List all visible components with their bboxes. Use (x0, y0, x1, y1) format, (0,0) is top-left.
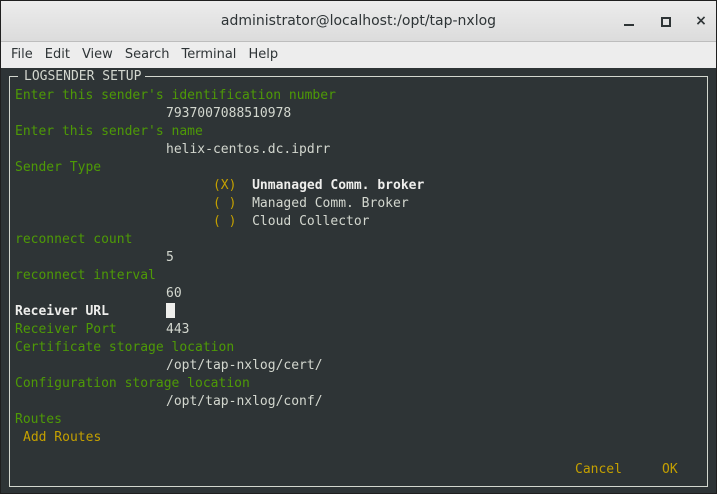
cert-location-field[interactable]: /opt/tap-nxlog/cert/ (166, 357, 323, 375)
receiver-port-field[interactable]: 443 (166, 321, 189, 339)
receiver-url-label: Receiver URL (15, 304, 109, 319)
text-cursor (166, 303, 175, 318)
option-label: Cloud Collector (252, 213, 370, 229)
menu-view[interactable]: View (76, 42, 119, 68)
add-routes-button[interactable]: Add Routes (23, 429, 101, 447)
reconnect-interval-label: reconnect interval (15, 268, 156, 283)
config-location-label: Configuration storage location (15, 376, 250, 391)
sender-name-field[interactable]: helix-centos.dc.ipdrr (166, 141, 330, 159)
config-location-field[interactable]: /opt/tap-nxlog/conf/ (166, 393, 323, 411)
sender-id-field[interactable]: 7937007088510978 (166, 105, 291, 123)
sender-type-label: Sender Type (15, 160, 102, 175)
menu-edit[interactable]: Edit (39, 42, 76, 68)
terminal-area[interactable]: LOGSENDER SETUP Enter this sender's iden… (1, 68, 716, 493)
terminal-window: administrator@localhost:/opt/tap-nxlog ×… (0, 0, 717, 494)
cert-location-label: Certificate storage location (15, 340, 235, 355)
frame-title: LOGSENDER SETUP (18, 68, 146, 85)
window-title: administrator@localhost:/opt/tap-nxlog (220, 13, 497, 29)
cancel-button[interactable]: Cancel (575, 461, 622, 479)
menu-help[interactable]: Help (242, 42, 284, 68)
sender-id-label: Enter this sender's identification numbe… (15, 88, 336, 103)
close-icon[interactable]: × (694, 14, 708, 28)
radio-unselected: ( ) (212, 213, 237, 229)
reconnect-interval-field[interactable]: 60 (166, 285, 182, 303)
sender-name-label: Enter this sender's name (15, 124, 203, 139)
routes-label: Routes (15, 412, 62, 427)
menu-bar: File Edit View Search Terminal Help (1, 42, 716, 69)
reconnect-count-label: reconnect count (15, 232, 133, 247)
receiver-url-field[interactable] (166, 303, 175, 322)
receiver-port-label: Receiver Port (15, 322, 117, 337)
minimize-icon[interactable] (622, 14, 636, 28)
menu-search[interactable]: Search (119, 42, 176, 68)
menu-terminal[interactable]: Terminal (175, 42, 242, 68)
window-controls: × (622, 1, 708, 41)
maximize-icon[interactable] (658, 14, 672, 28)
menu-file[interactable]: File (5, 42, 39, 68)
reconnect-count-field[interactable]: 5 (166, 249, 174, 267)
ok-button[interactable]: OK (662, 461, 678, 479)
title-bar[interactable]: administrator@localhost:/opt/tap-nxlog × (1, 1, 716, 42)
sender-type-option-cloud[interactable]: ( ) Cloud Collector (166, 195, 370, 249)
